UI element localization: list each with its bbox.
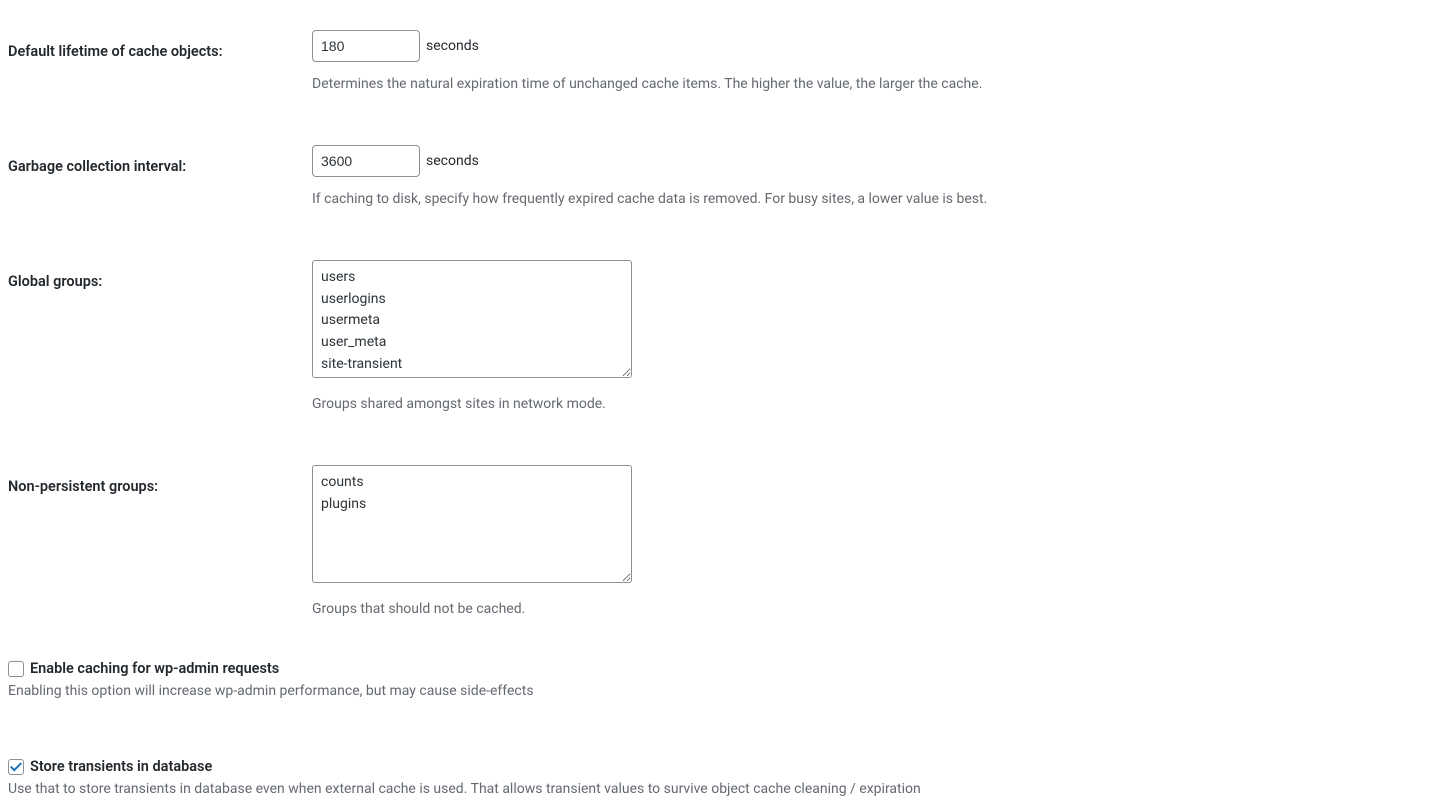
store-transients-description: Use that to store transients in database… <box>8 779 1432 800</box>
wp-admin-cache-description: Enabling this option will increase wp-ad… <box>8 681 1432 702</box>
wp-admin-cache-label: Enable caching for wp-admin requests <box>30 660 279 677</box>
global-groups-textarea[interactable] <box>312 260 632 378</box>
default-lifetime-input[interactable] <box>312 30 420 62</box>
store-transients-line[interactable]: Store transients in database <box>8 758 1432 775</box>
global-groups-description: Groups shared amongst sites in network m… <box>312 394 1432 415</box>
wp-admin-cache-line[interactable]: Enable caching for wp-admin requests <box>8 660 1432 677</box>
default-lifetime-unit: seconds <box>426 38 479 54</box>
wp-admin-cache-checkbox[interactable] <box>8 661 24 677</box>
default-lifetime-description: Determines the natural expiration time o… <box>312 74 1432 95</box>
gc-interval-description: If caching to disk, specify how frequent… <box>312 189 1432 210</box>
default-lifetime-row: Default lifetime of cache objects: secon… <box>8 30 1432 95</box>
nonpersistent-groups-row: Non-persistent groups: Groups that shoul… <box>8 465 1432 620</box>
store-transients-block: Store transients in database Use that to… <box>8 758 1432 800</box>
nonpersistent-groups-textarea[interactable] <box>312 465 632 583</box>
store-transients-checkbox[interactable] <box>8 759 24 775</box>
gc-interval-unit: seconds <box>426 153 479 169</box>
gc-interval-row: Garbage collection interval: seconds If … <box>8 145 1432 210</box>
global-groups-label: Global groups: <box>8 260 312 290</box>
gc-interval-input[interactable] <box>312 145 420 177</box>
default-lifetime-label: Default lifetime of cache objects: <box>8 30 312 60</box>
gc-interval-label: Garbage collection interval: <box>8 145 312 175</box>
nonpersistent-groups-description: Groups that should not be cached. <box>312 599 1432 620</box>
wp-admin-cache-block: Enable caching for wp-admin requests Ena… <box>8 660 1432 702</box>
store-transients-label: Store transients in database <box>30 758 212 775</box>
global-groups-row: Global groups: Groups shared amongst sit… <box>8 260 1432 415</box>
nonpersistent-groups-label: Non-persistent groups: <box>8 465 312 495</box>
